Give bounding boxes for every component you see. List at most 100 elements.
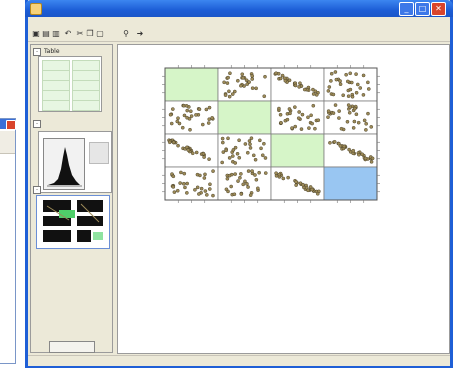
data-point	[362, 118, 367, 123]
data-point	[182, 113, 187, 118]
app-icon	[30, 3, 42, 15]
apply-button[interactable]	[49, 341, 95, 353]
background-close-icon[interactable]	[6, 120, 16, 130]
section-table[interactable]: - Table	[33, 47, 111, 56]
histogram-graphic	[44, 139, 84, 189]
paste-icon[interactable]: ▢	[96, 30, 104, 38]
data-point	[326, 89, 331, 93]
data-point	[345, 79, 350, 84]
undo-icon[interactable]: ↶	[64, 30, 72, 38]
data-point	[243, 142, 248, 146]
mini-matrix-graphic	[37, 196, 109, 248]
toolbar: ▣ ▤ ▥ ↶ ✂ ❐ ▢ ⚲ ➜	[28, 28, 450, 42]
data-point	[260, 153, 265, 158]
data-point	[294, 183, 298, 187]
data-point	[263, 156, 268, 160]
data-point	[366, 87, 371, 91]
data-point	[333, 103, 338, 107]
data-point	[313, 126, 317, 131]
splom-canvas[interactable]	[117, 44, 450, 354]
data-point	[171, 174, 176, 179]
matrix-diagonal-cell[interactable]	[323, 166, 378, 201]
matrix-diagonal-cell[interactable]	[164, 67, 219, 102]
collapse-icon[interactable]: -	[33, 119, 41, 128]
data-point	[241, 76, 245, 80]
print-icon[interactable]: ▥	[52, 30, 60, 38]
data-point	[207, 117, 212, 122]
data-point	[364, 128, 368, 132]
data-point	[184, 103, 189, 108]
data-point	[253, 173, 257, 177]
data-point	[200, 122, 205, 127]
data-point	[352, 119, 357, 124]
data-point	[294, 180, 298, 184]
data-point	[263, 171, 268, 175]
data-point	[281, 176, 286, 181]
data-point	[197, 107, 202, 112]
data-point	[177, 121, 182, 126]
data-point	[187, 117, 192, 121]
data-point	[351, 148, 356, 153]
section-histogram[interactable]: -	[33, 119, 111, 128]
data-point	[293, 83, 298, 88]
data-point	[263, 74, 267, 79]
collapse-icon[interactable]: -	[33, 185, 41, 194]
copy-icon[interactable]: ❐	[86, 30, 94, 38]
data-point	[364, 121, 368, 126]
data-point	[247, 139, 252, 143]
data-point	[286, 175, 290, 180]
matrix-diagonal-cell[interactable]	[270, 133, 325, 168]
data-point	[296, 116, 301, 120]
data-point	[314, 93, 319, 97]
data-point	[354, 72, 358, 76]
data-point	[240, 72, 245, 77]
close-button[interactable]: ✕	[431, 2, 446, 16]
data-point	[369, 125, 374, 129]
data-point	[185, 191, 189, 195]
title-bar[interactable]: _ □ ✕	[25, 0, 453, 17]
mini-matrix-view[interactable]	[36, 195, 110, 249]
data-point	[247, 80, 251, 84]
data-point	[293, 124, 298, 129]
arrow-icon[interactable]: ➜	[136, 30, 144, 38]
data-point	[243, 179, 247, 184]
open-icon[interactable]: ▤	[42, 30, 50, 38]
data-point	[356, 120, 361, 125]
data-point	[331, 111, 336, 115]
minimize-button[interactable]: _	[399, 2, 414, 16]
data-point	[207, 105, 212, 110]
data-point	[237, 155, 242, 160]
data-point	[168, 112, 173, 117]
data-point	[297, 85, 301, 89]
matrix-diagonal-cell[interactable]	[217, 100, 272, 135]
data-point	[220, 160, 224, 165]
save-icon[interactable]: ▣	[32, 30, 40, 38]
data-point	[180, 125, 185, 130]
histogram-view[interactable]	[38, 131, 112, 193]
data-point	[202, 176, 207, 180]
data-point	[297, 110, 301, 114]
data-point	[348, 71, 353, 76]
table-cell[interactable]	[72, 100, 100, 111]
pin-icon[interactable]: ⚲	[122, 30, 130, 38]
scatterplot-matrix[interactable]	[118, 45, 451, 355]
data-point	[205, 193, 209, 197]
collapse-icon[interactable]: -	[33, 47, 41, 56]
cut-icon[interactable]: ✂	[76, 30, 84, 38]
data-point	[171, 140, 176, 145]
data-point	[307, 126, 311, 130]
data-point	[239, 172, 243, 176]
table-cell[interactable]	[42, 100, 70, 111]
data-point	[246, 169, 251, 173]
data-table	[38, 56, 102, 112]
section-scatter[interactable]: -	[33, 185, 111, 194]
background-window	[0, 118, 16, 364]
data-point	[277, 172, 282, 177]
data-point	[290, 126, 294, 130]
maximize-button[interactable]: □	[415, 2, 430, 16]
data-point	[300, 112, 305, 117]
data-point	[189, 114, 194, 118]
data-point	[351, 126, 356, 130]
data-point	[361, 93, 366, 97]
data-point	[259, 146, 263, 151]
